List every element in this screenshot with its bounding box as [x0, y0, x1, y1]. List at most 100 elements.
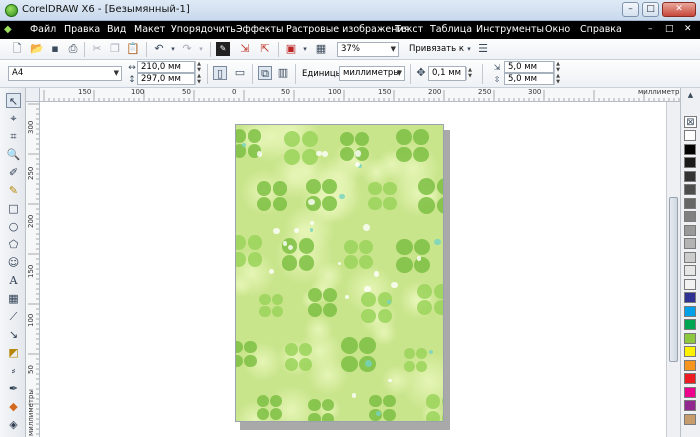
- color-swatch[interactable]: [684, 224, 696, 236]
- publish-pdf-icon[interactable]: ▣: [284, 42, 298, 56]
- menu-help[interactable]: Справка: [580, 24, 622, 35]
- color-swatch[interactable]: [684, 346, 696, 357]
- color-swatch[interactable]: [684, 386, 696, 398]
- smart-fill-icon[interactable]: ✎: [6, 183, 21, 198]
- close-button[interactable]: ✕: [662, 2, 696, 17]
- freehand-tool-icon[interactable]: ✐: [6, 165, 21, 180]
- snap-chevron-down-icon[interactable]: ▾: [462, 42, 476, 56]
- shape-tool-icon[interactable]: ⌖: [6, 111, 21, 126]
- horizontal-ruler[interactable]: 150 100 50 0 50 100 150 200 250 300 милл…: [40, 88, 681, 102]
- doc-icon[interactable]: ◆: [4, 24, 12, 35]
- current-page-icon[interactable]: ▥: [276, 66, 290, 80]
- menu-view[interactable]: Вид: [107, 24, 126, 35]
- color-swatch[interactable]: [684, 170, 696, 182]
- ellipse-tool-icon[interactable]: ○: [6, 219, 21, 234]
- print-icon[interactable]: ⎙: [66, 42, 80, 56]
- polygon-tool-icon[interactable]: ⬠: [6, 237, 21, 252]
- scrollbar-thumb[interactable]: [669, 197, 678, 362]
- undo-icon[interactable]: ↶: [152, 42, 166, 56]
- minimize-button[interactable]: –: [622, 2, 639, 17]
- color-swatch[interactable]: [684, 400, 696, 411]
- save-icon[interactable]: ▪: [48, 42, 62, 56]
- snap-to-dropdown[interactable]: Привязать к: [409, 44, 464, 54]
- menu-layout[interactable]: Макет: [134, 24, 165, 35]
- outline-tool-icon[interactable]: ✒: [6, 381, 21, 396]
- copy-icon[interactable]: ❐: [108, 42, 122, 56]
- menu-file[interactable]: Файл: [30, 24, 56, 35]
- open-icon[interactable]: 📂: [30, 42, 44, 56]
- color-swatch[interactable]: [684, 143, 696, 155]
- all-pages-icon[interactable]: ⧉: [258, 66, 272, 80]
- dup-x-spinner[interactable]: ▲ ▼: [554, 61, 561, 73]
- color-swatch[interactable]: [684, 251, 696, 263]
- duplicate-y-field[interactable]: 5,0 мм: [504, 73, 554, 85]
- vertical-ruler[interactable]: 300 250 200 150 100 50 миллиметры: [26, 102, 40, 437]
- color-swatch[interactable]: [684, 332, 696, 344]
- cut-icon[interactable]: ✂: [90, 42, 104, 56]
- rectangle-tool-icon[interactable]: □: [6, 201, 21, 216]
- doc-restore-button[interactable]: □: [665, 24, 674, 34]
- page-size-dropdown[interactable]: A4 ▼: [8, 66, 122, 81]
- portrait-icon[interactable]: ▯: [213, 66, 227, 80]
- menu-table[interactable]: Таблица: [430, 24, 472, 35]
- color-swatch[interactable]: [684, 373, 696, 384]
- export-icon[interactable]: ⇱: [258, 42, 272, 56]
- doc-close-button[interactable]: ✕: [684, 24, 692, 34]
- color-swatch[interactable]: [684, 184, 696, 195]
- duplicate-x-field[interactable]: 5,0 мм: [504, 61, 554, 73]
- color-swatch[interactable]: [684, 238, 696, 249]
- zoom-tool-icon[interactable]: 🔍: [6, 147, 21, 162]
- crop-tool-icon[interactable]: ⌗: [6, 129, 21, 144]
- zoom-levels-dropdown[interactable]: 37% ▼: [337, 42, 399, 57]
- color-swatch[interactable]: [684, 130, 696, 141]
- search-content-icon[interactable]: ✎: [216, 42, 230, 56]
- color-swatch[interactable]: [684, 211, 696, 222]
- fill-tool-icon[interactable]: ◆: [6, 399, 21, 414]
- menu-arrange[interactable]: Упорядочить: [171, 24, 236, 35]
- palette-scroll-up-icon[interactable]: ▲: [684, 90, 697, 100]
- color-swatch[interactable]: [684, 157, 696, 168]
- connector-tool-icon[interactable]: ↘: [6, 327, 21, 342]
- color-swatch[interactable]: [684, 305, 696, 317]
- document-page[interactable]: [235, 124, 444, 422]
- new-document-icon[interactable]: 🗋: [10, 42, 24, 56]
- menu-tools[interactable]: Инструменты: [476, 24, 544, 35]
- interactive-fill-icon[interactable]: ◈: [6, 417, 21, 432]
- color-swatch[interactable]: [684, 319, 696, 330]
- color-swatch[interactable]: [684, 359, 696, 371]
- menu-effects[interactable]: Эффекты: [236, 24, 284, 35]
- text-tool-icon[interactable]: A: [6, 273, 21, 288]
- nudge-field[interactable]: 0,1 мм: [428, 66, 466, 81]
- undo-dropdown-icon[interactable]: ▾: [166, 42, 180, 56]
- nudge-spinner[interactable]: ▲ ▼: [466, 67, 473, 80]
- import-icon[interactable]: ⇲: [238, 42, 252, 56]
- publish-dropdown-icon[interactable]: ▾: [298, 42, 312, 56]
- page-height-field[interactable]: 297,0 мм: [137, 73, 195, 85]
- width-spinner[interactable]: ▲ ▼: [195, 61, 202, 73]
- menu-text[interactable]: Текст: [395, 24, 423, 35]
- redo-icon[interactable]: ↷: [180, 42, 194, 56]
- maximize-button[interactable]: □: [642, 2, 659, 17]
- redo-dropdown-icon[interactable]: ▾: [194, 42, 208, 56]
- dimension-tool-icon[interactable]: ⟋: [6, 309, 21, 324]
- units-dropdown[interactable]: миллиметры ▼: [339, 66, 405, 81]
- color-swatch[interactable]: [684, 413, 696, 425]
- color-swatch[interactable]: [684, 278, 696, 290]
- menu-edit[interactable]: Правка: [64, 24, 100, 35]
- doc-minimize-button[interactable]: –: [648, 24, 653, 34]
- paste-icon[interactable]: 📋: [126, 42, 140, 56]
- table-tool-icon[interactable]: ▦: [6, 291, 21, 306]
- page-width-field[interactable]: 210,0 мм: [137, 61, 195, 73]
- color-swatch[interactable]: [684, 265, 696, 276]
- blend-tool-icon[interactable]: ◩: [6, 345, 21, 360]
- color-swatch[interactable]: [684, 292, 696, 303]
- menu-bitmaps[interactable]: Растровые изображения: [286, 24, 409, 35]
- ruler-origin[interactable]: [26, 88, 40, 102]
- height-spinner[interactable]: ▲ ▼: [195, 73, 202, 85]
- menu-window[interactable]: Окно: [545, 24, 570, 35]
- vertical-scrollbar[interactable]: [666, 102, 680, 437]
- options-icon[interactable]: ☰: [476, 42, 490, 56]
- pick-tool-icon[interactable]: ↖: [6, 93, 21, 108]
- dup-y-spinner[interactable]: ▲ ▼: [554, 73, 561, 85]
- eyedropper-tool-icon[interactable]: ⸗: [6, 363, 21, 378]
